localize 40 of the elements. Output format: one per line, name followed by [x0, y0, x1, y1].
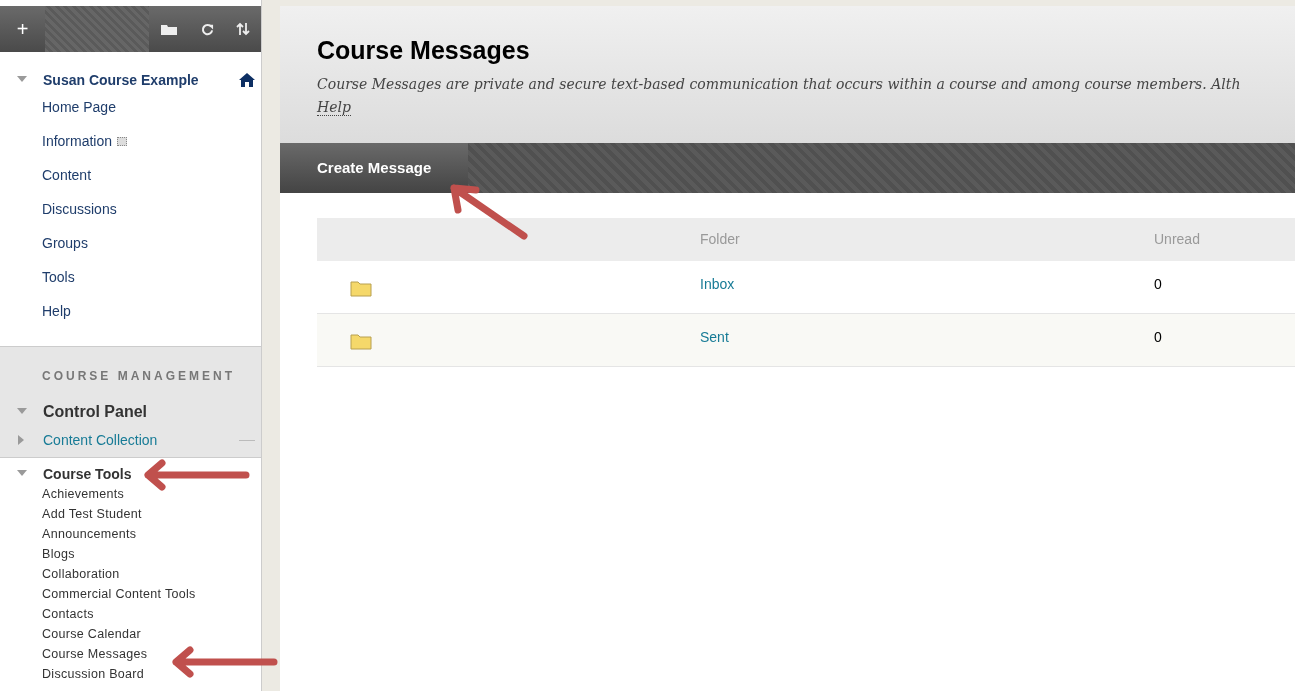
course-tool-link[interactable]: Achievements [42, 484, 125, 504]
folder-icon [350, 332, 372, 350]
page-description: Course Messages are private and secure text-based communication that occurs within a course and among course members. Alth [317, 74, 1242, 94]
hidden-icon [117, 136, 128, 146]
course-menu-link[interactable]: Discussions [42, 198, 117, 220]
course-menu-link[interactable]: Tools [42, 266, 75, 288]
course-menu-link[interactable]: Content [42, 164, 92, 186]
create-message-button[interactable]: Create Message [280, 143, 469, 193]
course-tool-link[interactable]: Course Calendar [42, 624, 141, 644]
refresh-icon [200, 22, 214, 36]
folder-link[interactable]: Sent [700, 329, 729, 345]
page-title: Course Messages [317, 35, 531, 66]
unread-count: 0 [1154, 276, 1162, 292]
section-heading: COURSE MANAGEMENT [41, 368, 236, 385]
course-tool-link[interactable]: Course Messages [42, 644, 148, 664]
course-tool-link[interactable]: Discussion Board [42, 664, 145, 684]
folder-icon [161, 23, 177, 35]
course-menu-link[interactable]: Groups [42, 232, 88, 254]
course-menu-link[interactable]: Information [42, 130, 113, 152]
course-tool-link[interactable]: Announcements [42, 524, 137, 544]
help-link[interactable]: Help [317, 98, 351, 116]
home-icon[interactable] [239, 73, 255, 87]
course-menu-link[interactable]: Home Page [42, 96, 116, 118]
unread-count: 0 [1154, 329, 1162, 345]
add-button[interactable]: + [0, 6, 45, 52]
collapse-triangle-icon[interactable] [17, 76, 27, 84]
course-tools-heading[interactable]: Course Tools [43, 463, 132, 485]
course-tool-link[interactable]: Commercial Content Tools [42, 584, 196, 604]
course-title[interactable]: Susan Course Example [43, 69, 239, 91]
content-collection-link[interactable]: Content Collection [43, 429, 239, 451]
course-tool-link[interactable]: Collaboration [42, 564, 120, 584]
folder-icon [350, 279, 372, 297]
course-tool-link[interactable]: Contacts [42, 604, 94, 624]
control-panel-heading[interactable]: Control Panel [43, 400, 147, 424]
course-tool-link[interactable]: Add Test Student [42, 504, 142, 524]
folder-link[interactable]: Inbox [700, 276, 735, 292]
course-menu-link[interactable]: Help [42, 300, 71, 322]
sort-icon [236, 22, 250, 36]
collapse-triangle-icon[interactable] [17, 470, 27, 478]
course-tool-link[interactable]: Blogs [42, 544, 75, 564]
